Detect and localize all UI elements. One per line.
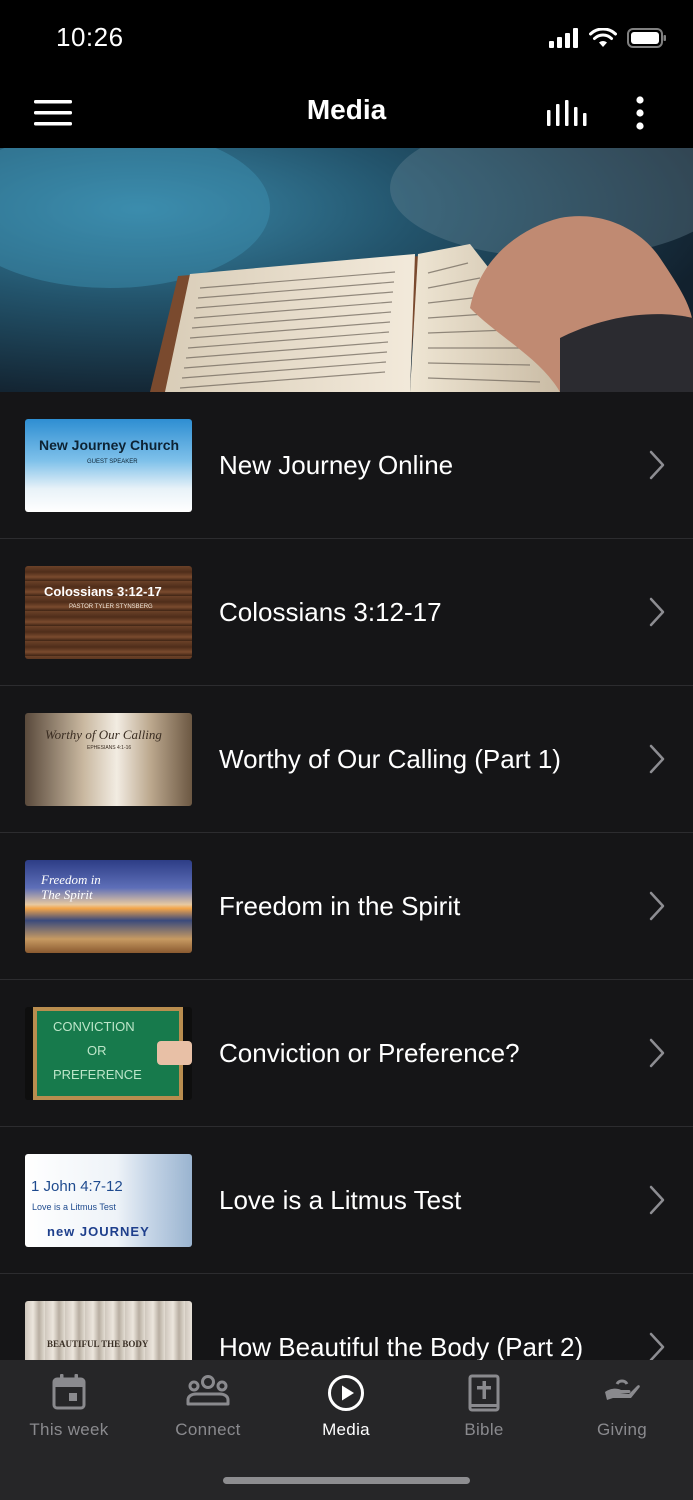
media-list-item[interactable]: BEAUTIFUL THE BODY How Beautiful the Bod… [0,1274,693,1360]
chevron-right-icon [649,744,665,774]
media-thumbnail: 1 John 4:7-12 Love is a Litmus Test new … [25,1154,192,1247]
thumbnail-title: Worthy of Our Calling [45,727,162,742]
media-list-item[interactable]: Worthy of Our Calling EPHESIANS 4:1-16 W… [0,686,693,833]
media-thumbnail: Freedom in The Spirit [25,860,192,953]
thumbnail-subtitle-2: PREFERENCE [53,1067,142,1082]
chevron-right-icon [649,891,665,921]
tab-label: Giving [597,1420,647,1439]
thumbnail-subtitle: OR [87,1043,107,1058]
wifi-icon [589,28,617,47]
thumbnail-brand: new JOURNEY [47,1224,150,1239]
pointing-hand [157,1041,192,1065]
media-list-item[interactable]: Colossians 3:12-17 PASTOR TYLER STYNSBER… [0,539,693,686]
media-title: Freedom in the Spirit [219,890,461,921]
tab-label: Connect [175,1420,241,1439]
media-title: Conviction or Preference? [219,1037,520,1068]
thumbnail-title: CONVICTION [53,1019,135,1034]
media-thumbnail: Worthy of Our Calling EPHESIANS 4:1-16 [25,713,192,806]
tab-bar: This week Connect Media Bible Giving [0,1360,693,1500]
thumbnail-title: New Journey Church [39,437,180,453]
hero-banner-image [0,148,693,392]
people-icon [186,1375,230,1406]
thumbnail-title: Freedom in The Spirit [41,872,101,902]
more-vertical-icon [636,96,644,130]
media-title: Love is a Litmus Test [219,1184,462,1215]
media-title: How Beautiful the Body (Part 2) [219,1331,584,1361]
media-list-item[interactable]: New Journey Church GUEST SPEAKER New Jou… [0,392,693,539]
media-list-item[interactable]: Freedom in The Spirit Freedom in the Spi… [0,833,693,980]
media-thumbnail: New Journey Church GUEST SPEAKER [25,419,192,512]
home-indicator[interactable] [223,1477,470,1484]
equalizer-icon [547,100,587,126]
chevron-right-icon [649,597,665,627]
status-time: 10:26 [56,22,124,52]
tab-label: This week [29,1420,109,1439]
status-bar: 10:26 [0,0,693,78]
media-list-item[interactable]: CONVICTION OR PREFERENCE Conviction or P… [0,980,693,1127]
tab-giving[interactable]: Giving [553,1360,691,1460]
chevron-right-icon [649,1185,665,1215]
thumbnail-subtitle: EPHESIANS 4:1-16 [87,745,132,751]
media-list-item[interactable]: 1 John 4:7-12 Love is a Litmus Test new … [0,1127,693,1274]
open-bible-illustration [0,148,693,392]
bible-icon [468,1374,500,1412]
play-circle-icon [328,1375,364,1411]
chevron-right-icon [649,1038,665,1068]
media-title: Worthy of Our Calling (Part 1) [219,743,561,774]
thumbnail-title: 1 John 4:7-12 [31,1178,123,1195]
tab-label: Bible [464,1420,504,1439]
tab-connect[interactable]: Connect [139,1360,277,1460]
chevron-right-icon [649,1332,665,1360]
thumbnail-subtitle: Love is a Litmus Test [32,1202,116,1212]
media-title: New Journey Online [219,449,454,480]
tab-this-week[interactable]: This week [0,1360,138,1460]
cellular-signal-icon [549,28,578,48]
media-list: New Journey Church GUEST SPEAKER New Jou… [0,392,693,1360]
tab-label: Media [322,1420,370,1439]
chevron-right-icon [649,450,665,480]
giving-hand-icon [605,1379,640,1400]
audio-player-button[interactable] [538,78,596,148]
media-title: Colossians 3:12-17 [219,596,442,627]
more-options-button[interactable] [620,78,660,148]
thumbnail-title: Colossians 3:12-17 [44,584,162,599]
tab-bible[interactable]: Bible [415,1360,553,1460]
tab-media[interactable]: Media [277,1360,415,1460]
thumbnail-subtitle: GUEST SPEAKER [87,459,138,465]
thumbnail-subtitle: PASTOR TYLER STYNSBERG [69,604,153,610]
media-thumbnail: Colossians 3:12-17 PASTOR TYLER STYNSBER… [25,566,192,659]
nav-bar: Media [0,78,693,148]
status-icons [549,28,667,48]
media-thumbnail: BEAUTIFUL THE BODY [25,1301,192,1360]
battery-icon [627,28,666,48]
thumbnail-title: BEAUTIFUL THE BODY [47,1339,149,1349]
calendar-icon [52,1374,86,1410]
media-thumbnail: CONVICTION OR PREFERENCE [25,1007,192,1100]
